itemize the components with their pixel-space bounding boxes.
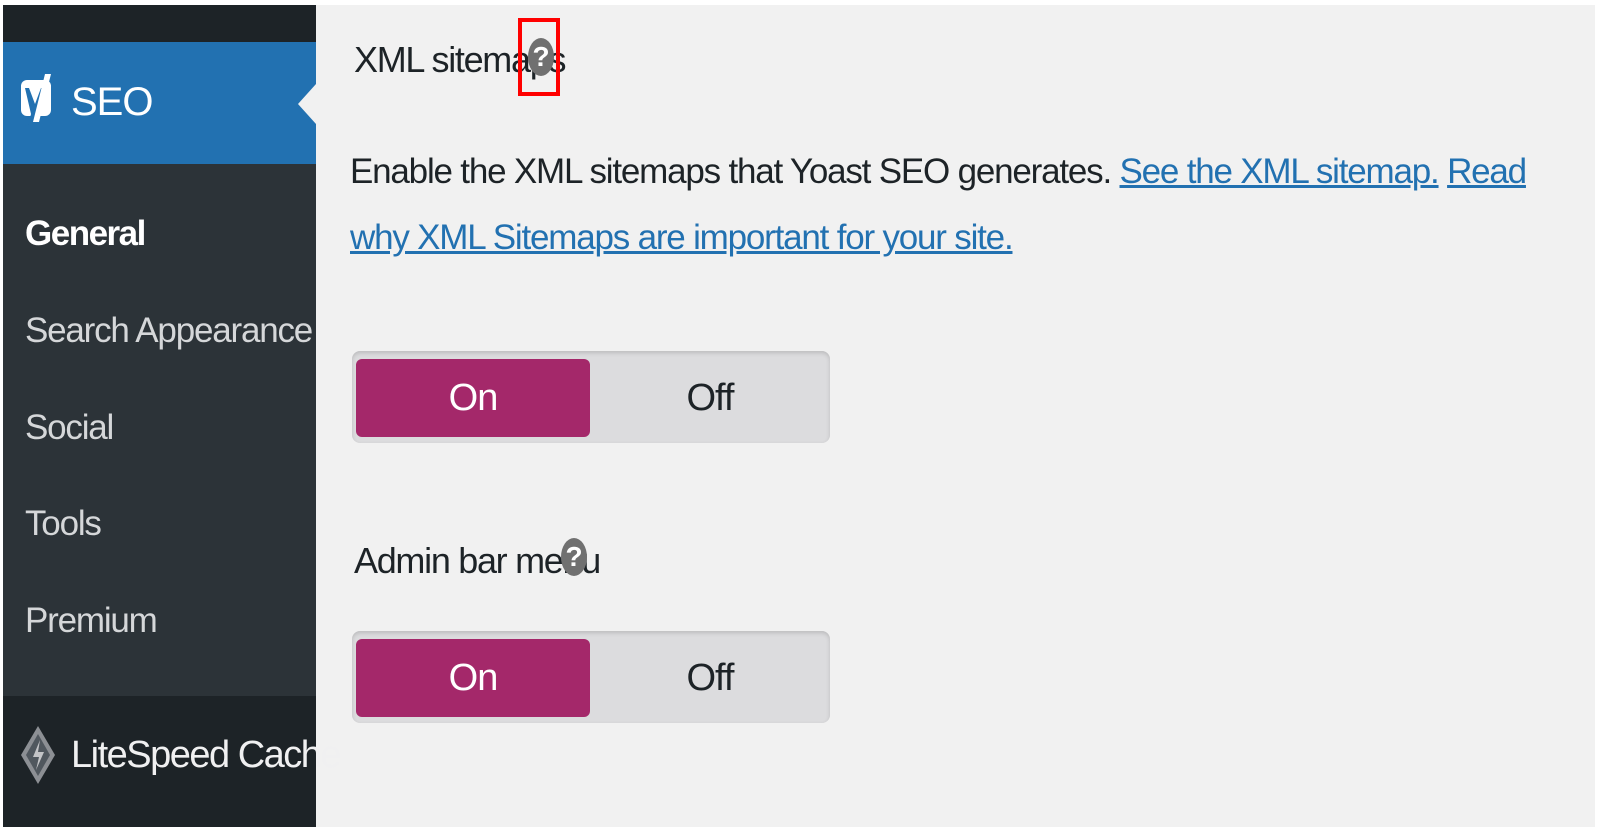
active-indicator-notch [298, 84, 316, 124]
admin-bar-menu-toggle: On Off [352, 631, 830, 723]
settings-content: XML sitemaps ? Enable the XML sitemaps t… [316, 5, 1595, 827]
litespeed-diamond-icon [21, 726, 55, 784]
admin-sidebar: SEO General Search Appearance Social Too… [3, 5, 342, 827]
submenu-item-general[interactable]: General [25, 214, 146, 254]
sidebar-item-seo[interactable]: SEO [3, 42, 316, 164]
admin-bar-menu-on-option[interactable]: On [356, 639, 590, 717]
admin-bar-menu-help-icon[interactable]: ? [561, 538, 587, 576]
admin-bar-menu-off-option[interactable]: Off [592, 639, 828, 717]
xml-sitemaps-description: Enable the XML sitemaps that Yoast SEO g… [350, 139, 1550, 271]
sidebar-top-strip [3, 5, 316, 42]
sidebar-item-seo-label: SEO [71, 80, 153, 124]
xml-sitemaps-help-icon[interactable]: ? [528, 38, 554, 76]
sidebar-item-litespeed-cache[interactable]: LiteSpeed Cache [3, 696, 342, 827]
screenshot-frame: SEO General Search Appearance Social Too… [3, 5, 1595, 827]
submenu-item-search-appearance[interactable]: Search Appearance [25, 311, 313, 351]
yoast-logo-icon [21, 74, 51, 126]
see-xml-sitemap-link[interactable]: See the XML sitemap. [1120, 152, 1440, 191]
submenu-item-tools[interactable]: Tools [25, 504, 102, 544]
submenu-item-social[interactable]: Social [25, 408, 114, 448]
description-text: Enable the XML sitemaps that Yoast SEO g… [350, 152, 1112, 191]
sidebar-item-litespeed-label: LiteSpeed Cache [71, 734, 342, 776]
xml-sitemaps-toggle: On Off [352, 351, 830, 443]
xml-sitemaps-off-option[interactable]: Off [592, 359, 828, 437]
submenu-item-premium[interactable]: Premium [25, 601, 158, 641]
xml-sitemaps-on-option[interactable]: On [356, 359, 590, 437]
